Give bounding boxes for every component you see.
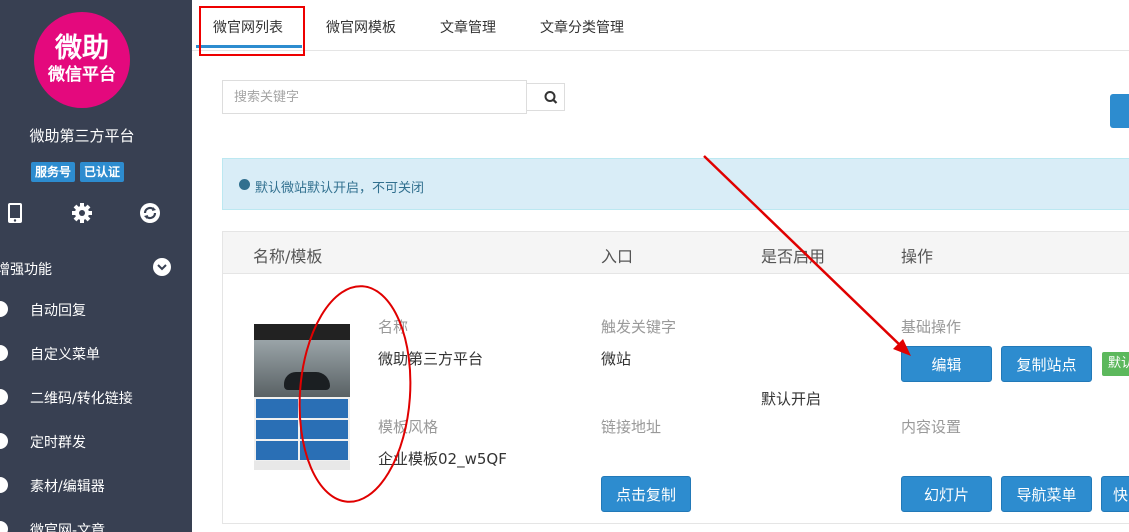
sidebar-item-label: 定时群发 [30,435,86,451]
thumbnail-titlebar [254,324,350,340]
slides-button[interactable]: 幻灯片 [901,476,992,512]
copy-link-button[interactable]: 点击复制 [601,476,691,512]
column-header-enabled: 是否启用 [761,247,826,266]
account-name: 微助第三方平台 [29,127,135,145]
mobile-icon[interactable] [2,200,28,226]
chevron-down-icon[interactable] [153,258,171,276]
nav-menu-button[interactable]: 导航菜单 [1001,476,1092,512]
sidebar-item-qrcode[interactable]: 二维码/转化链接 [0,383,192,413]
info-icon [239,179,250,190]
template-thumbnail [254,324,350,470]
trigger-keyword-value: 微站 [601,350,632,368]
alert-text: 默认微站默认开启，不可关闭 [255,181,425,196]
brand-logo: 微助 微信平台 [34,12,130,108]
reply-icon [0,301,8,317]
column-header-entry: 入口 [601,247,634,266]
sidebar-item-label: 微官网-文章 [30,523,106,532]
menu-icon [0,345,8,361]
template-label: 模板风格 [378,418,439,436]
tab-article-category-management[interactable]: 文章分类管理 [540,17,624,37]
sidebar-item-scheduled-send[interactable]: 定时群发 [0,427,192,457]
info-alert: 默认微站默认开启，不可关闭 [222,158,1129,210]
sidebar: 微助 微信平台 微助第三方平台 服务号 已认证 增强功能 自动回复 自定义菜单 … [0,0,192,532]
sidebar-item-label: 自动回复 [30,303,86,319]
refresh-icon[interactable] [137,200,163,226]
table-row: 名称 微助第三方平台 模板风格 企业模板02_w5QF 触发关键字 微站 链接地… [222,274,1129,524]
article-icon [0,521,8,532]
tab-article-management[interactable]: 文章管理 [440,17,496,37]
account-badges: 服务号 已认证 [31,162,125,182]
search-button[interactable] [526,83,565,111]
service-account-badge: 服务号 [31,162,76,182]
name-label: 名称 [378,318,409,336]
tab-microsite-templates[interactable]: 微官网模板 [326,17,396,37]
template-value: 企业模板02_w5QF [378,450,507,468]
sidebar-item-label: 素材/编辑器 [30,479,105,495]
qrcode-icon [0,389,8,405]
edit-button[interactable]: 编辑 [901,346,992,382]
column-header-actions: 操作 [901,247,934,266]
search-input[interactable] [222,80,527,114]
sidebar-item-materials[interactable]: 素材/编辑器 [0,471,192,501]
sidebar-item-auto-reply[interactable]: 自动回复 [0,295,192,325]
thumbnail-tile [300,399,348,418]
copy-site-button[interactable]: 复制站点 [1001,346,1092,382]
gear-icon[interactable] [69,200,95,226]
tab-bar: 微官网列表 微官网模板 文章管理 文章分类管理 [192,0,1129,51]
logo-line1: 微助 [55,33,109,64]
enabled-status: 默认开启 [761,390,822,408]
table-header: 名称/模板 入口 是否启用 操作 [222,231,1129,274]
quick-button[interactable]: 快 [1101,476,1129,512]
clock-icon [0,433,8,449]
car-image [284,372,330,390]
section-title: 增强功能 [0,262,52,278]
basic-operations-label: 基础操作 [901,318,962,336]
verified-badge: 已认证 [80,162,125,182]
content-settings-label: 内容设置 [901,418,962,436]
thumbnail-tile [256,399,298,418]
add-button[interactable] [1110,94,1129,128]
trigger-keyword-label: 触发关键字 [601,318,677,336]
logo-line2: 微信平台 [48,65,116,85]
sidebar-item-microsite-article[interactable]: 微官网-文章 [0,515,192,532]
link-address-label: 链接地址 [601,418,662,436]
section-enhanced-features[interactable]: 增强功能 [0,255,192,283]
column-header-name-template: 名称/模板 [253,247,323,266]
thumbnail-tile [300,441,348,460]
search-icon [544,91,558,104]
thumbnail-tile [300,420,348,439]
thumbnail-footer [254,461,350,470]
thumbnail-tile [256,441,298,460]
annotation-highlight-box [199,6,305,56]
thumbnail-tile [256,420,298,439]
default-badge: 默认 [1102,352,1129,376]
sidebar-item-label: 二维码/转化链接 [30,391,133,407]
sidebar-icon-row [0,200,192,228]
sidebar-item-label: 自定义菜单 [30,347,100,363]
name-value: 微助第三方平台 [378,350,484,368]
edit-icon [0,477,8,493]
sidebar-item-custom-menu[interactable]: 自定义菜单 [0,339,192,369]
